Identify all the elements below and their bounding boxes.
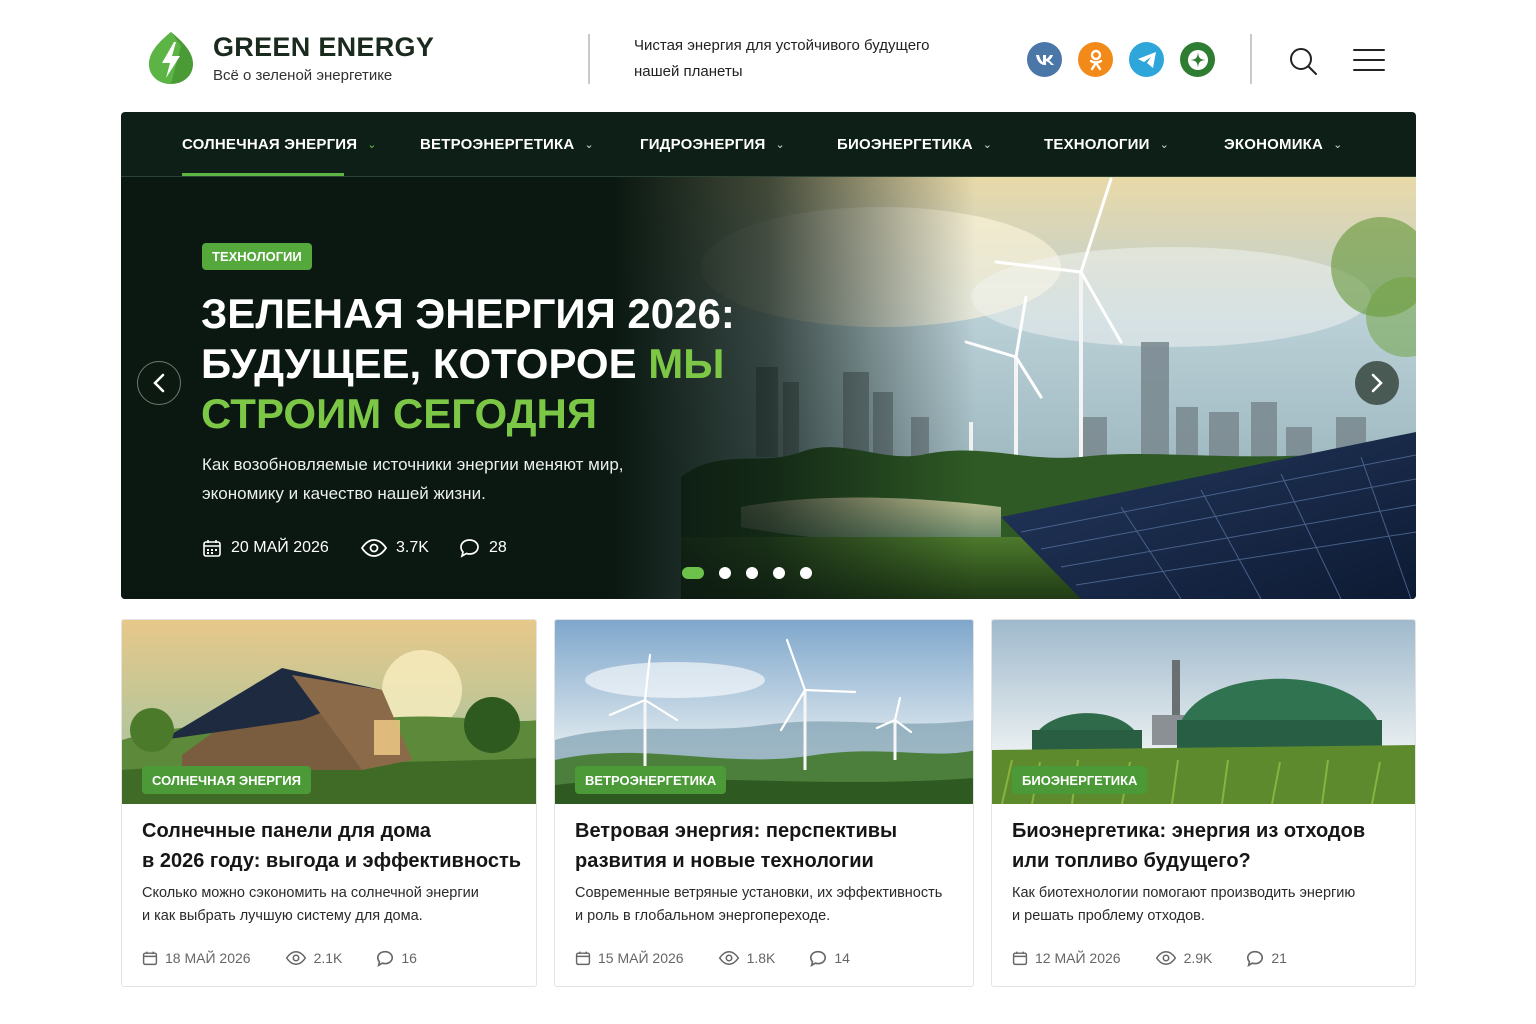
card-desc-line1: Современные ветряные установки, их эффек…	[575, 885, 943, 901]
nav-item-bio[interactable]: БИОЭНЕРГЕТИКА ⌄	[837, 112, 992, 177]
card-title[interactable]: Ветровая энергия: перспективы развития и…	[575, 816, 897, 876]
card-desc-line1: Как биотехнологии помогают производить э…	[1012, 885, 1356, 901]
hero-title-line1: ЗЕЛЕНАЯ ЭНЕРГИЯ 2026:	[201, 290, 735, 337]
hero-description: Как возобновляемые источники энергии мен…	[202, 455, 624, 503]
slider-dot-1[interactable]	[682, 567, 704, 579]
card-date: 12 МАЙ 2026	[1035, 950, 1121, 966]
card-meta: 12 МАЙ 2026 2.9K 21	[1012, 948, 1321, 968]
card-desc-line1: Сколько можно сэкономить на солнечной эн…	[142, 885, 479, 901]
card-title[interactable]: Солнечные панели для дома в 2026 году: в…	[142, 816, 521, 876]
chevron-down-icon: ⌄	[775, 139, 785, 151]
nav-item-solar[interactable]: СОЛНЕЧНАЯ ЭНЕРГИЯ ⌄	[182, 112, 377, 177]
hero-comments[interactable]: 28	[459, 536, 507, 560]
chevron-down-icon: ⌄	[1333, 139, 1343, 151]
search-icon[interactable]	[1286, 44, 1320, 78]
card-meta: 15 МАЙ 2026 1.8K 14	[575, 948, 884, 968]
chevron-left-icon	[153, 373, 165, 393]
card-desc-line2: и решать проблему отходов.	[1012, 908, 1205, 924]
card-desc-line2: и как выбрать лучшую систему для дома.	[142, 908, 423, 924]
nav-active-indicator	[182, 173, 344, 176]
chevron-down-icon: ⌄	[1159, 139, 1169, 151]
slider-next-button[interactable]	[1355, 361, 1399, 405]
article-card-bio[interactable]: БИОЭНЕРГЕТИКА Биоэнергетика: энергия из …	[991, 619, 1416, 987]
chevron-down-icon: ⌄	[367, 139, 377, 151]
vk-icon[interactable]	[1027, 42, 1062, 77]
nav-item-wind[interactable]: ВЕТРОЭНЕРГЕТИКА ⌄	[420, 112, 594, 177]
hero-title-line3: СТРОИМ СЕГОДНЯ	[201, 390, 598, 437]
card-desc-line2: и роль в глобальном энергопереходе.	[575, 908, 831, 924]
comment-icon	[377, 950, 394, 967]
calendar-icon	[142, 951, 158, 966]
nav-item-tech[interactable]: ТЕХНОЛОГИИ ⌄	[1044, 112, 1169, 177]
hero-slider: ТЕХНОЛОГИИ ЗЕЛЕНАЯ ЭНЕРГИЯ 2026: БУДУЩЕЕ…	[121, 177, 1416, 599]
header-divider-right	[1250, 34, 1252, 84]
leaf-bolt-logo-icon[interactable]	[147, 30, 195, 86]
card-title-line2: или топливо будущего?	[1012, 850, 1251, 872]
article-card-wind[interactable]: ВЕТРОЭНЕРГЕТИКА Ветровая энергия: перспе…	[554, 619, 974, 987]
chevron-right-icon	[1371, 373, 1383, 393]
card-views: 2.9K	[1183, 950, 1213, 966]
eye-icon	[1155, 951, 1176, 965]
slider-dot-2[interactable]	[719, 567, 731, 579]
site-header: GREEN ENERGY Всё о зеленой энергетике Чи…	[0, 0, 1536, 112]
card-comments: 14	[834, 950, 850, 966]
card-views: 2.1K	[313, 950, 343, 966]
odnoklassniki-icon[interactable]	[1078, 42, 1113, 77]
card-category-badge[interactable]: СОЛНЕЧНАЯ ЭНЕРГИЯ	[142, 766, 311, 794]
eye-icon	[361, 539, 387, 557]
chevron-down-icon: ⌄	[584, 139, 594, 151]
header-divider	[588, 34, 590, 84]
main-navigation: СОЛНЕЧНАЯ ЭНЕРГИЯ ⌄ ВЕТРОЭНЕРГЕТИКА ⌄ ГИДР…	[121, 112, 1416, 177]
card-date: 15 МАЙ 2026	[598, 950, 684, 966]
card-title-line1: Ветровая энергия: перспективы	[575, 820, 898, 842]
hero-category-badge[interactable]: ТЕХНОЛОГИИ	[202, 243, 312, 270]
header-slogan: Чистая энергия для устойчивого будущего …	[634, 37, 930, 80]
card-description: Как биотехнологии помогают производить э…	[1012, 882, 1355, 928]
eye-icon	[718, 951, 739, 965]
comment-icon	[1247, 950, 1264, 967]
card-date: 18 МАЙ 2026	[165, 950, 251, 966]
card-views: 1.8K	[746, 950, 776, 966]
card-category-badge[interactable]: ВЕТРОЭНЕРГЕТИКА	[575, 766, 727, 794]
chevron-down-icon: ⌄	[982, 139, 993, 151]
card-category-badge[interactable]: БИОЭНЕРГЕТИКА	[1012, 766, 1148, 794]
card-title-line2: развития и новые технологии	[575, 850, 874, 872]
card-title[interactable]: Биоэнергетика: энергия из отходов или то…	[1012, 816, 1365, 876]
card-title-line1: Биоэнергетика: энергия из отходов	[1012, 820, 1366, 842]
slider-prev-button[interactable]	[137, 361, 181, 405]
telegram-icon[interactable]	[1129, 42, 1164, 77]
card-comments: 16	[401, 950, 417, 966]
calendar-icon	[203, 540, 221, 557]
hero-comments-text: 28	[489, 539, 507, 556]
card-title-line1: Солнечные панели для дома	[142, 820, 431, 842]
calendar-icon	[575, 951, 591, 966]
hero-date: 20 МАЙ 2026	[202, 536, 329, 560]
calendar-icon	[1012, 951, 1028, 966]
eye-icon	[285, 951, 306, 965]
hamburger-menu-icon[interactable]	[1352, 46, 1386, 74]
card-description: Современные ветряные установки, их эффек…	[575, 882, 942, 928]
slider-pagination	[682, 567, 827, 579]
nav-item-economy[interactable]: ЭКОНОМИКА ⌄	[1224, 112, 1342, 177]
card-description: Сколько можно сэкономить на солнечной эн…	[142, 882, 479, 928]
slider-dot-4[interactable]	[773, 567, 785, 579]
hero-title-line2: БУДУЩЕЕ, КОТОРОЕ	[201, 340, 649, 387]
card-title-line2: в 2026 году: выгода и эффективность	[142, 850, 522, 872]
card-meta: 18 МАЙ 2026 2.1K 16	[142, 948, 451, 968]
hero-title[interactable]: ЗЕЛЕНАЯ ЭНЕРГИЯ 2026: БУДУЩЕЕ, КОТОРОЕ М…	[201, 289, 741, 439]
dzen-icon[interactable]	[1180, 42, 1215, 77]
slider-dot-3[interactable]	[746, 567, 758, 579]
brand-tagline: Всё о зеленой энергетике	[213, 67, 393, 84]
hero-views-text: 3.7K	[396, 539, 429, 556]
hero-title-highlight: МЫ	[648, 340, 725, 387]
comment-icon	[460, 539, 479, 558]
hero-views: 3.7K	[361, 536, 429, 560]
brand-name[interactable]: GREEN ENERGY	[213, 32, 434, 63]
article-card-solar[interactable]: СОЛНЕЧНАЯ ЭНЕРГИЯ Солнечные панели для д…	[121, 619, 537, 987]
slider-dot-5[interactable]	[800, 567, 812, 579]
comment-icon	[810, 950, 827, 967]
nav-item-hydro[interactable]: ГИДРОЭНЕРГИЯ ⌄	[640, 112, 785, 177]
hero-date-text: 20 МАЙ 2026	[231, 539, 329, 556]
card-comments: 21	[1271, 950, 1287, 966]
